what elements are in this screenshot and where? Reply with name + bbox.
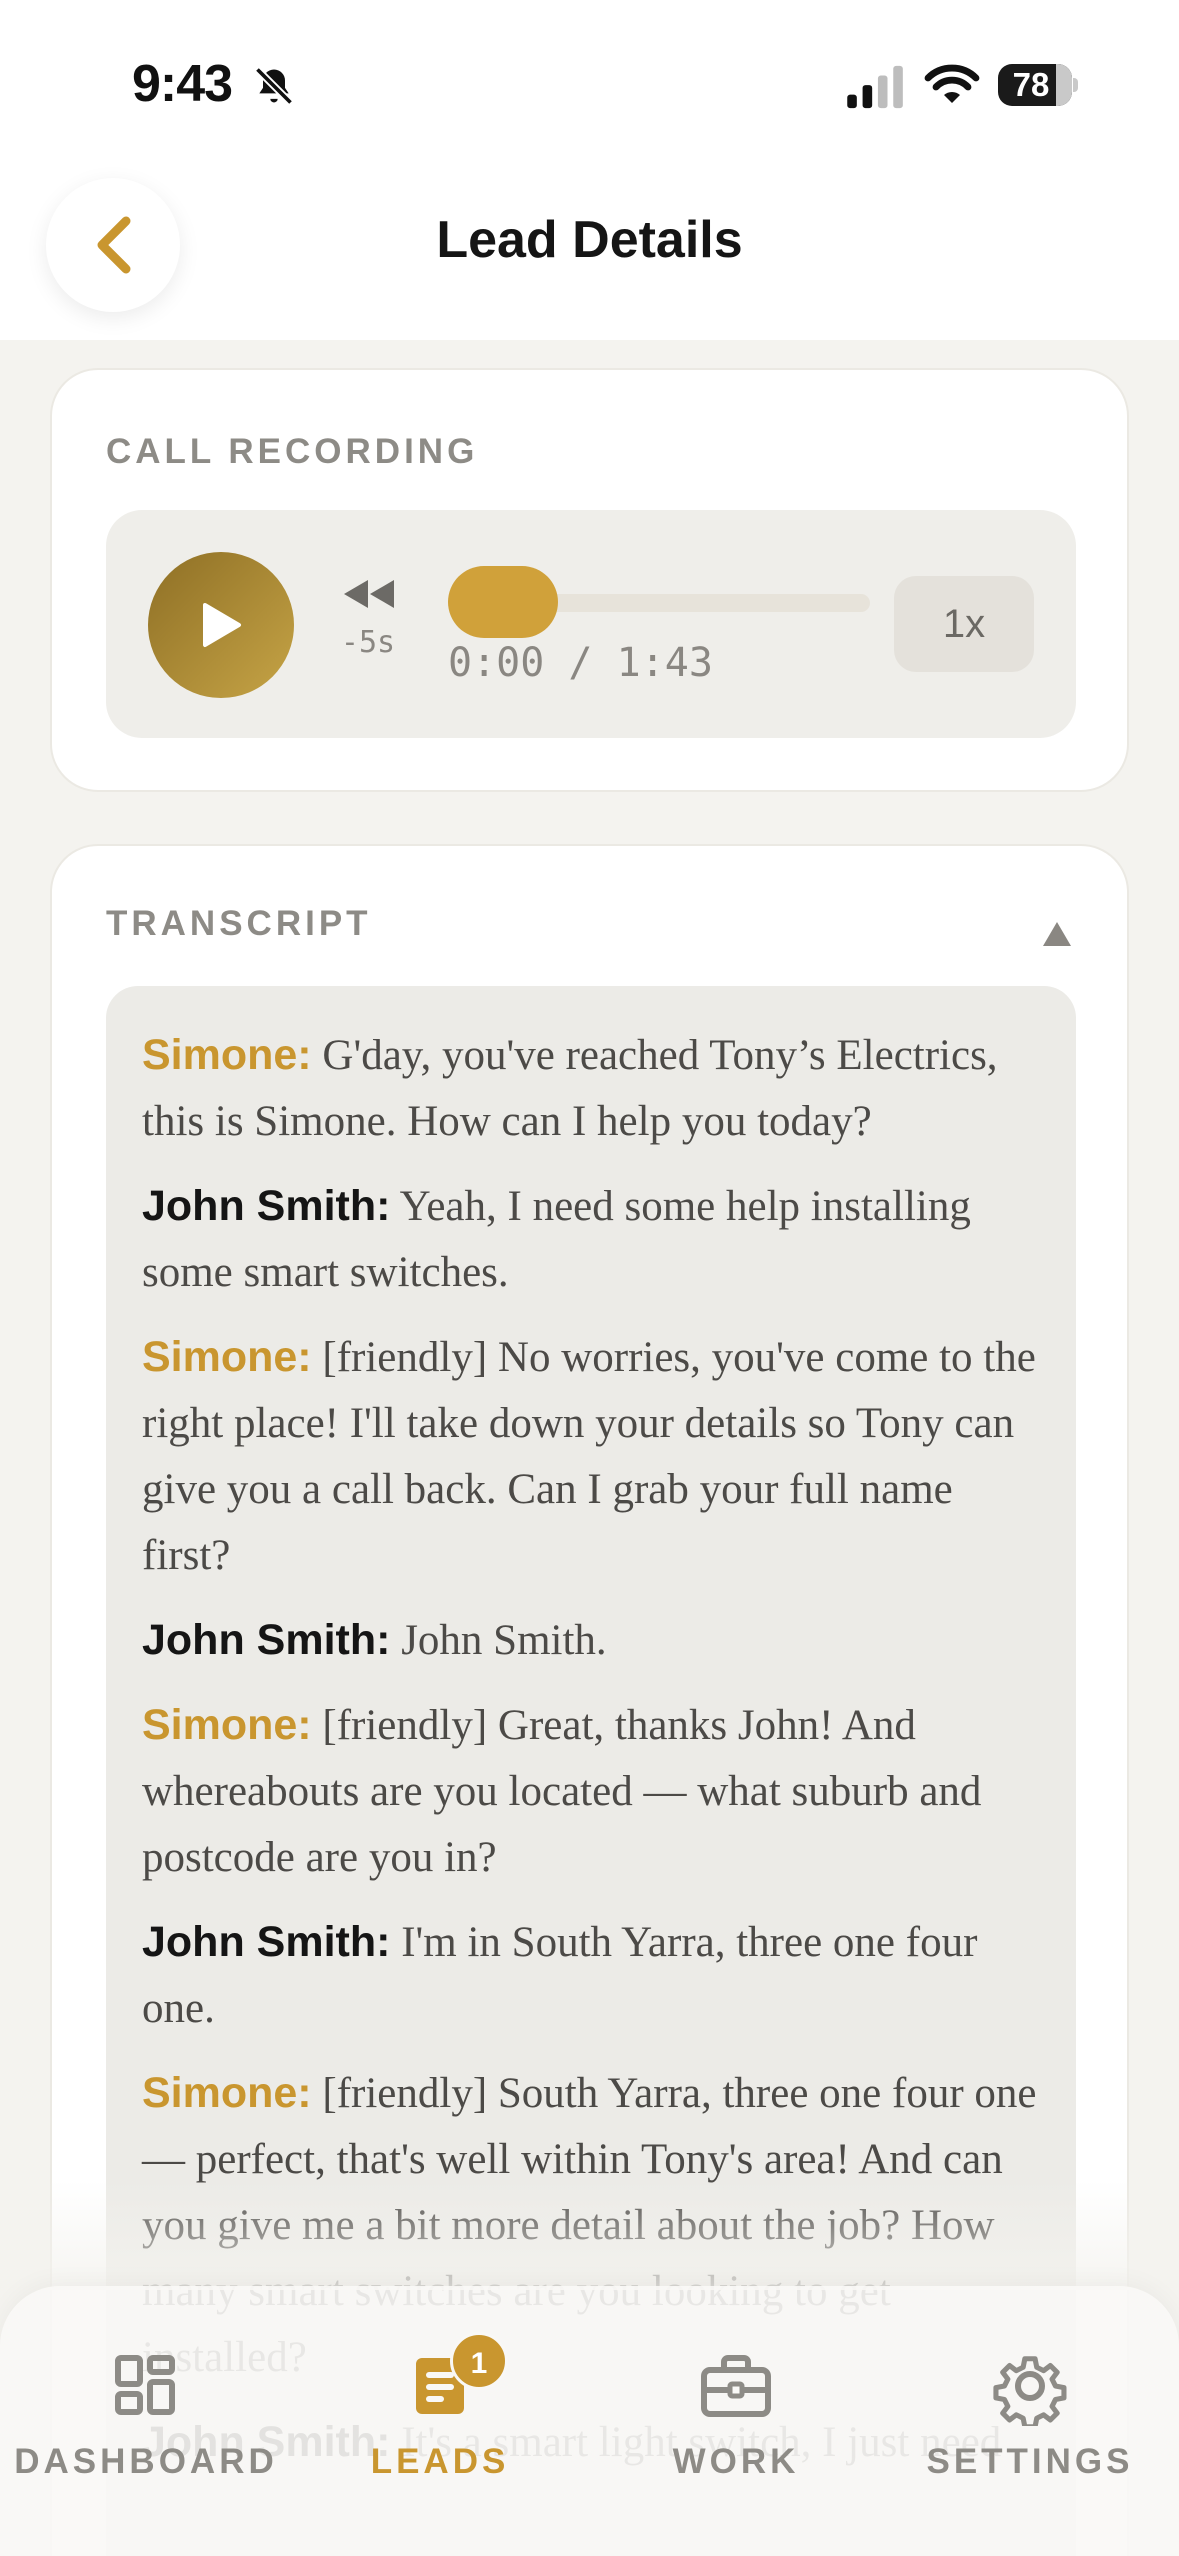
tab-dashboard[interactable]: DASHBOARD [6,2346,286,2486]
tab-leads-label: LEADS [370,2442,510,2481]
call-recording-label: CALL RECORDING [106,432,479,471]
transcript-text: John Smith. [401,1617,607,1664]
transcript-speaker: Simone: [142,1031,312,1079]
audio-player: -5s 0:00 / 1:43 1x [106,510,1076,738]
lead-details-screen: 9:43 78 Lead Details CALL RECORDING -5s … [0,0,1179,2556]
transcript-message: John Smith: John Smith. [142,1607,1040,1674]
page-title: Lead Details [436,211,743,269]
play-icon [203,603,241,647]
time-display: 0:00 / 1:43 [448,640,713,686]
leads-badge: 1 [450,2332,508,2390]
tab-leads[interactable]: 1 LEADS [300,2332,580,2486]
rewind-icon [344,580,394,608]
status-time: 9:43 [132,55,233,113]
transcript-speaker: Simone: [142,1333,312,1381]
call-recording-card: CALL RECORDING -5s 0:00 / 1:43 1x [50,368,1129,792]
transcript-message: Simone: G'day, you've reached Tony’s Ele… [142,1022,1040,1155]
transcript-speaker: John Smith: [142,1616,391,1664]
bottom-tab-bar: DASHBOARD 1 LEADS WORK SETTINGS [0,2286,1179,2556]
header: Lead Details [0,170,1179,340]
collapse-triangle-icon[interactable] [1041,918,1073,950]
gear-icon [993,2356,1067,2430]
progress-thumb[interactable] [448,566,558,638]
transcript-message: Simone: [friendly] No worries, you've co… [142,1324,1040,1589]
transcript-label: TRANSCRIPT [106,904,372,943]
transcript-message: Simone: [friendly] Great, thanks John! A… [142,1692,1040,1891]
tabbar-fade [0,2180,1179,2290]
signal-icon [847,65,903,109]
transcript-speaker: John Smith: [142,1182,391,1230]
transcript-message: John Smith: I'm in South Yarra, three on… [142,1909,1040,2042]
transcript-speaker: Simone: [142,2069,312,2117]
transcript-speaker: John Smith: [142,1918,391,1966]
dashboard-icon [115,2355,175,2415]
tab-work[interactable]: WORK [596,2346,876,2486]
wifi-icon [924,64,980,103]
transcript-message: John Smith: Yeah, I need some help insta… [142,1173,1040,1306]
tab-settings[interactable]: SETTINGS [890,2346,1170,2486]
rewind-label: -5s [340,625,396,660]
battery-percent: 78 [1012,66,1050,103]
tab-settings-label: SETTINGS [926,2442,1134,2481]
toolbox-icon [701,2355,771,2417]
play-button[interactable] [148,552,294,698]
rewind-5s-button[interactable]: -5s [336,576,400,676]
playback-speed-button[interactable]: 1x [894,576,1034,672]
tab-work-label: WORK [672,2442,800,2481]
bell-muted-icon [254,66,294,106]
battery-indicator: 78 [998,62,1078,108]
status-bar: 9:43 78 [0,0,1179,170]
tab-dashboard-label: DASHBOARD [14,2442,278,2481]
transcript-speaker: Simone: [142,1701,312,1749]
